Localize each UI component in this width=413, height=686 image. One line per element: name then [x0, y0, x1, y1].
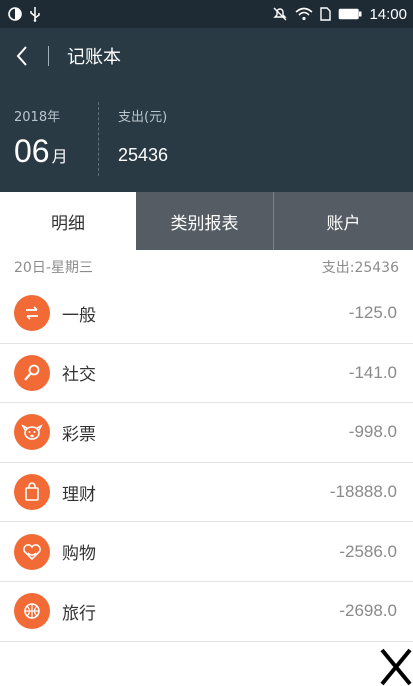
list-item[interactable]: 购物 -2586.0	[0, 522, 413, 582]
expense-value: 25436	[118, 145, 169, 165]
month-number: 06	[14, 133, 50, 169]
battery-icon	[338, 8, 362, 20]
entry-amount: -125.0	[348, 303, 397, 323]
entries-list: 一般 -125.0 社交 -141.0 彩票 -998.0 理财 -18888.…	[0, 284, 413, 642]
status-bar: 14:00	[0, 0, 413, 28]
heart-icon	[14, 533, 50, 570]
shopping-bag-icon	[14, 474, 50, 511]
entry-name: 彩票	[62, 424, 96, 445]
entry-amount: -18888.0	[329, 482, 397, 502]
close-button[interactable]	[379, 645, 413, 686]
tab-account[interactable]: 账户	[274, 192, 413, 250]
ball-icon	[14, 593, 50, 630]
day-total: 支出:25436	[321, 260, 399, 276]
list-item[interactable]: 一般 -125.0	[0, 284, 413, 344]
usb-icon	[29, 6, 41, 22]
close-icon	[380, 648, 412, 685]
sim-card-icon	[320, 7, 332, 21]
list-item[interactable]: 理财 -18888.0	[0, 463, 413, 523]
day-header: 20日-星期三 支出:25436	[0, 250, 413, 284]
wifi-icon	[295, 7, 313, 21]
month-picker[interactable]: 2018年 06 月	[14, 106, 94, 170]
entry-amount: -2586.0	[339, 541, 397, 561]
page-title: 记账本	[67, 47, 121, 68]
dog-face-icon	[14, 414, 50, 451]
tab-category-report[interactable]: 类别报表	[136, 192, 274, 250]
chevron-left-icon	[16, 46, 27, 66]
tab-detail[interactable]: 明细	[0, 192, 136, 250]
expense-summary: 支出(元) 25436	[118, 106, 168, 166]
entry-name: 旅行	[62, 603, 96, 624]
back-button[interactable]	[2, 28, 42, 84]
list-item[interactable]: 彩票 -998.0	[0, 403, 413, 463]
silent-icon	[272, 6, 288, 22]
entry-amount: -2698.0	[339, 601, 397, 621]
microphone-icon	[14, 354, 50, 391]
list-item[interactable]: 旅行 -2698.0	[0, 582, 413, 642]
entry-name: 一般	[62, 305, 96, 326]
year-label: 2018年	[14, 110, 61, 125]
appbar-divider	[48, 46, 49, 66]
entry-amount: -998.0	[348, 422, 397, 442]
entry-amount: -141.0	[348, 362, 397, 382]
list-item[interactable]: 社交 -141.0	[0, 344, 413, 404]
expense-label: 支出(元)	[118, 110, 168, 125]
summary-divider	[98, 102, 99, 176]
exchange-icon	[14, 295, 50, 332]
day-date: 20日-星期三	[14, 260, 93, 276]
tab-bar: 明细 类别报表 账户	[0, 192, 413, 250]
entry-name: 社交	[62, 365, 96, 386]
month-unit: 月	[51, 147, 68, 166]
app-bar: 记账本	[0, 28, 413, 84]
status-time: 14:00	[369, 5, 407, 23]
month-summary: 2018年 06 月 支出(元) 25436	[0, 84, 413, 192]
notification-circle-icon	[8, 7, 22, 21]
entry-name: 购物	[62, 544, 96, 565]
entry-name: 理财	[62, 484, 96, 505]
